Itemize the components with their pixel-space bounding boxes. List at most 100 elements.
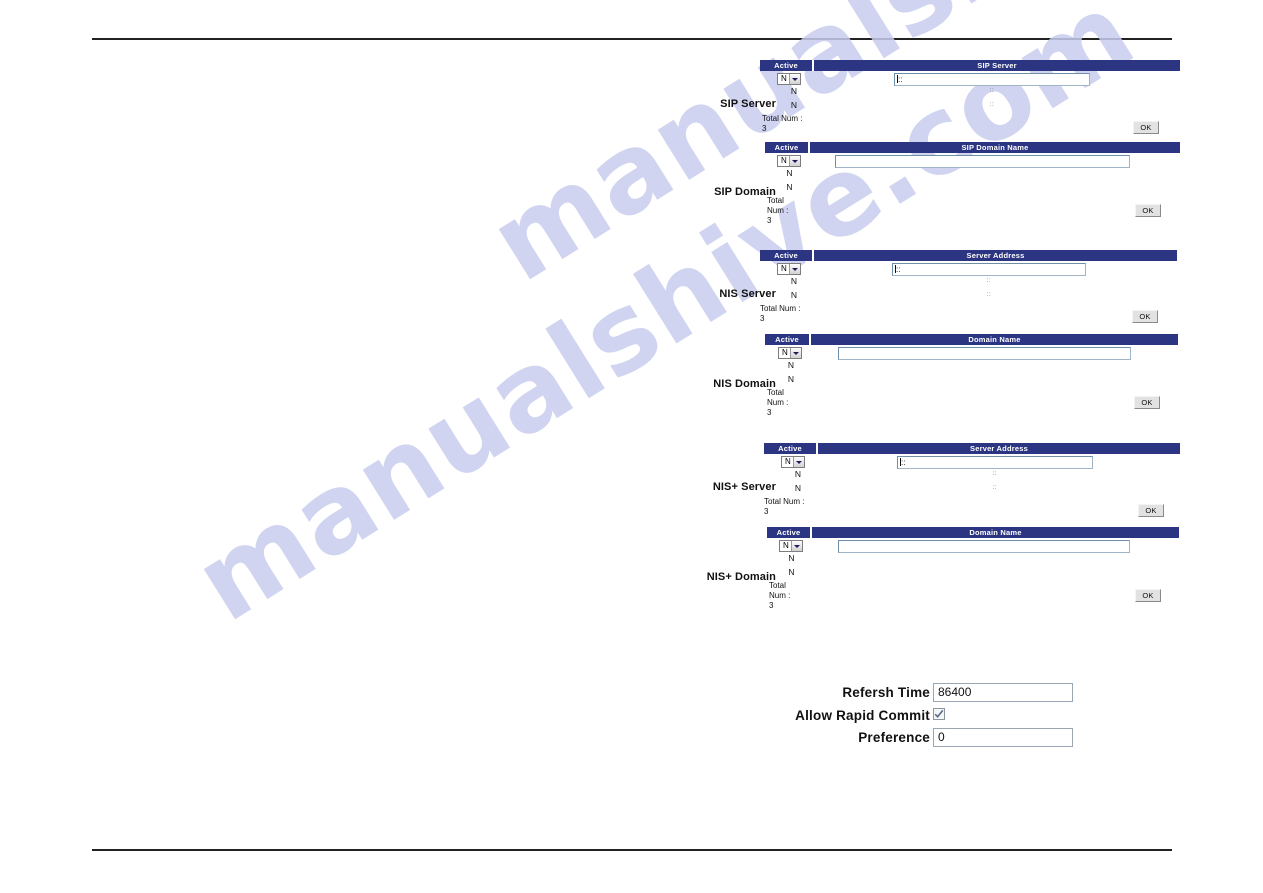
chevron-down-icon xyxy=(788,74,800,84)
ok-button[interactable]: OK xyxy=(1132,310,1158,323)
row-active-value: N xyxy=(790,276,798,286)
active-select[interactable]: N xyxy=(777,263,801,275)
clipped-total-num-value: 3 xyxy=(933,660,947,669)
value-input-text: :: xyxy=(896,265,901,274)
preference-label: Preference xyxy=(858,730,930,745)
row-value: :: xyxy=(986,292,992,298)
chevron-down-icon xyxy=(789,348,801,358)
section-label: NIS+ Domain xyxy=(706,571,776,583)
row-value: :: xyxy=(989,102,995,108)
dhcpv6-settings-screenshot: SIP Server Active SIP Server N :: N :: N… xyxy=(690,60,1180,640)
section-label: SIP Domain xyxy=(714,186,776,198)
active-select[interactable]: N xyxy=(778,347,802,359)
row-value: :: xyxy=(989,88,995,94)
active-select-value: N xyxy=(778,74,789,84)
chevron-down-icon xyxy=(788,156,800,166)
active-select[interactable]: N xyxy=(781,456,805,468)
active-select-value: N xyxy=(779,348,790,358)
section-label: NIS Domain xyxy=(713,378,776,390)
chevron-down-icon xyxy=(788,264,800,274)
active-select[interactable]: N xyxy=(779,540,803,552)
row-active-value: N xyxy=(794,483,802,493)
total-num-value: 3 xyxy=(769,601,774,610)
table-row: N xyxy=(765,345,1178,362)
section-label: SIP Server xyxy=(720,98,776,110)
total-num-text: Total Num : xyxy=(760,304,801,313)
row-active-value: N xyxy=(787,374,795,384)
row-active-value: N xyxy=(786,168,793,178)
value-input[interactable]: :: xyxy=(897,456,1093,469)
column-header-value: Domain Name xyxy=(811,334,1178,345)
preference-input[interactable]: 0 xyxy=(933,728,1073,747)
table-row: N :: xyxy=(760,261,1177,278)
total-num-text: Total Num : xyxy=(767,196,789,215)
form-row-refresh-time: Refersh Time 86400 xyxy=(770,683,1090,705)
total-num-text: Total Num : xyxy=(769,581,791,600)
row-value: :: xyxy=(992,471,998,477)
table-header-row: Active SIP Server xyxy=(760,60,1180,71)
column-header-value: Server Address xyxy=(814,250,1177,261)
row-active-value: N xyxy=(790,86,798,96)
value-input[interactable] xyxy=(835,155,1130,168)
value-input[interactable]: :: xyxy=(892,263,1086,276)
total-num-label: Total Num : 3 xyxy=(767,196,793,226)
active-select-value: N xyxy=(778,156,789,166)
column-header-active: Active xyxy=(760,60,814,71)
table-row: N :: xyxy=(764,454,1180,471)
page-rule-top xyxy=(92,38,1172,40)
column-header-value: SIP Domain Name xyxy=(810,142,1180,153)
total-num-text: Total Num : xyxy=(762,114,803,123)
column-header-active: Active xyxy=(767,527,812,538)
active-select[interactable]: N xyxy=(777,155,801,167)
total-num-value: 3 xyxy=(767,216,772,225)
rapid-commit-checkbox[interactable] xyxy=(933,708,945,720)
refresh-time-label: Refersh Time xyxy=(842,685,930,700)
form-row-preference: Preference 0 xyxy=(770,728,1090,750)
row-value: :: xyxy=(986,278,992,284)
ok-button[interactable]: OK xyxy=(1135,204,1161,217)
active-select-value: N xyxy=(778,264,789,274)
section-label: NIS Server xyxy=(719,288,776,300)
chevron-down-icon xyxy=(790,541,802,551)
row-active-value: N xyxy=(787,360,795,370)
value-input-text: :: xyxy=(901,458,906,467)
table-header-row: Active Domain Name xyxy=(767,527,1179,538)
value-input[interactable] xyxy=(838,347,1131,360)
value-input-text: :: xyxy=(898,75,903,84)
total-num-text: Total Num : xyxy=(767,388,789,407)
active-select[interactable]: N xyxy=(777,73,801,85)
row-active-value: N xyxy=(788,553,795,563)
section-label: NIS+ Server xyxy=(712,481,776,493)
active-select-value: N xyxy=(780,541,791,551)
column-header-active: Active xyxy=(765,142,810,153)
active-select-value: N xyxy=(782,457,793,467)
chevron-down-icon xyxy=(792,457,804,467)
ok-button[interactable]: OK xyxy=(1134,396,1160,409)
total-num-text: Total Num : xyxy=(764,497,805,506)
value-input[interactable]: :: xyxy=(894,73,1090,86)
settings-table: Active SIP Domain Name N N N Total Num :… xyxy=(765,142,1180,225)
row-value: :: xyxy=(992,485,998,491)
row-active-value: N xyxy=(786,182,793,192)
dhcpv6-options-form: 3 Refersh Time 86400 Allow Rapid Commit … xyxy=(770,660,1090,760)
table-header-row: Active SIP Domain Name xyxy=(765,142,1180,153)
total-num-label: Total Num : 3 xyxy=(767,388,793,418)
total-num-label: Total Num : 3 xyxy=(764,497,824,517)
column-header-active: Active xyxy=(760,250,814,261)
refresh-time-input[interactable]: 86400 xyxy=(933,683,1073,702)
ok-button[interactable]: OK xyxy=(1138,504,1164,517)
column-header-value: SIP Server xyxy=(814,60,1180,71)
ok-button[interactable]: OK xyxy=(1135,589,1161,602)
column-header-value: Domain Name xyxy=(812,527,1179,538)
row-active-value: N xyxy=(794,469,802,479)
value-input[interactable] xyxy=(838,540,1130,553)
table-header-row: Active Domain Name xyxy=(765,334,1178,345)
column-header-active: Active xyxy=(764,443,818,454)
row-active-value: N xyxy=(790,290,798,300)
total-num-value: 3 xyxy=(764,507,769,516)
table-row: N xyxy=(767,538,1179,555)
ok-button[interactable]: OK xyxy=(1133,121,1159,134)
total-num-label: Total Num : 3 xyxy=(769,581,795,611)
settings-table: Active Server Address N :: N :: N :: Tot… xyxy=(764,443,1180,517)
page-rule-bottom xyxy=(92,849,1172,851)
